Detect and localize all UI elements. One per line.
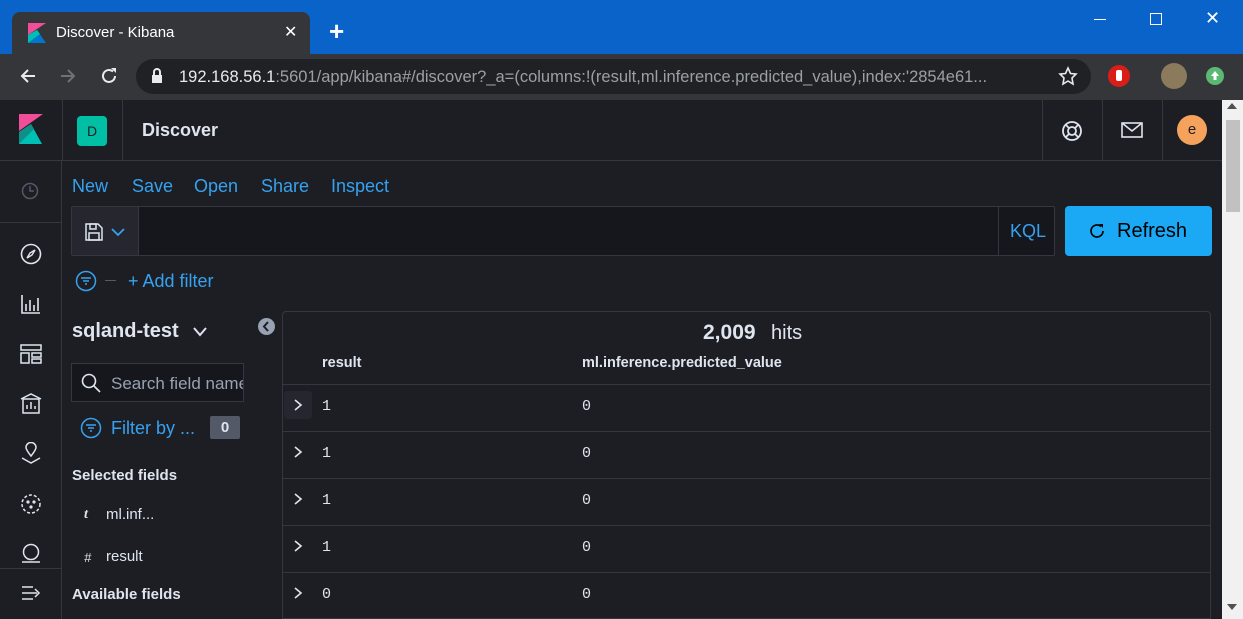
header-divider (1162, 100, 1163, 160)
url-text[interactable]: 192.168.56.1:5601/app/kibana#/discover?_… (179, 68, 987, 87)
expand-row-button[interactable] (284, 391, 312, 419)
url-host: 192.168.56.1 (179, 68, 276, 86)
scroll-down-arrow-icon[interactable] (1227, 604, 1237, 610)
search-icon (81, 373, 101, 393)
query-language-button[interactable]: KQL (1010, 221, 1046, 242)
tab-title: Discover - Kibana (56, 24, 175, 41)
menu-save[interactable]: Save (132, 176, 173, 197)
new-tab-button[interactable]: + (329, 16, 344, 47)
menu-open[interactable]: Open (194, 176, 238, 197)
bookmark-star-icon[interactable] (1058, 66, 1078, 86)
help-icon[interactable] (1061, 120, 1083, 142)
kibana-favicon (28, 23, 46, 43)
maximize-button[interactable] (1150, 13, 1162, 25)
tab-close-icon[interactable]: ✕ (284, 22, 297, 42)
menu-share[interactable]: Share (261, 176, 309, 197)
recently-viewed-icon[interactable] (21, 182, 39, 200)
scrollbar-thumb[interactable] (1226, 120, 1240, 212)
filter-separator (105, 280, 116, 281)
reload-button[interactable] (99, 66, 119, 86)
window-close-button[interactable]: ✕ (1205, 8, 1220, 29)
field-search-box[interactable]: Search field names (71, 363, 244, 402)
cell-result: 1 (322, 539, 332, 556)
profile-avatar-icon[interactable] (1161, 63, 1187, 89)
cell-predicted-value: 0 (582, 586, 592, 603)
collapse-sidebar-icon[interactable] (258, 318, 275, 335)
header-divider (1102, 100, 1103, 160)
table-row: 1 0 (283, 385, 1211, 431)
canvas-icon[interactable] (20, 393, 42, 415)
menu-new[interactable]: New (72, 176, 108, 197)
update-icon[interactable] (1206, 67, 1224, 85)
index-pattern-chevron-icon[interactable] (192, 326, 208, 338)
page-title: Discover (142, 120, 219, 140)
cell-result: 1 (322, 492, 332, 509)
collapse-nav-icon[interactable] (21, 585, 41, 601)
forward-button[interactable] (58, 66, 78, 86)
expand-row-button[interactable] (293, 492, 303, 506)
field-search-placeholder: Search field names (111, 374, 244, 393)
save-disk-icon (85, 223, 103, 241)
uptime-icon[interactable] (20, 543, 42, 563)
expand-row-button[interactable] (293, 586, 303, 600)
expand-row-button[interactable] (293, 539, 303, 553)
table-row: 1 0 (283, 432, 1211, 478)
user-avatar[interactable]: e (1177, 115, 1207, 145)
cell-predicted-value: 0 (582, 539, 592, 556)
index-pattern-selector[interactable]: sqland-test (72, 320, 179, 343)
column-header-predicted-value[interactable]: ml.inference.predicted_value (582, 355, 782, 371)
hits-label: hits (771, 322, 803, 344)
saved-query-button[interactable] (72, 207, 139, 255)
filter-menu-icon[interactable] (75, 270, 97, 292)
refresh-icon (1087, 221, 1107, 241)
table-row: 1 0 (283, 526, 1211, 572)
cell-result: 1 (322, 398, 332, 415)
selected-field-item[interactable]: result (106, 548, 143, 565)
extension-hand-icon[interactable] (1108, 65, 1130, 87)
header-divider (62, 100, 63, 160)
dashboard-icon[interactable] (20, 344, 42, 364)
refresh-label: Refresh (1117, 220, 1188, 242)
selected-fields-heading: Selected fields (72, 467, 178, 484)
back-button[interactable] (18, 66, 38, 86)
cell-predicted-value: 0 (582, 445, 592, 462)
add-filter-button[interactable]: + Add filter (128, 271, 214, 292)
mail-icon[interactable] (1121, 122, 1143, 138)
nav-divider (0, 568, 62, 569)
lock-icon (151, 68, 163, 84)
header-divider (122, 100, 123, 160)
kibana-logo-icon[interactable] (19, 114, 43, 144)
nav-divider (0, 222, 62, 223)
expand-row-button[interactable] (293, 445, 303, 459)
column-header-result[interactable]: result (322, 355, 362, 371)
filter-by-type-icon[interactable] (80, 417, 102, 439)
cell-result: 1 (322, 445, 332, 462)
header-divider (1042, 100, 1043, 160)
url-path: :5601/app/kibana#/discover?_a=(columns:!… (275, 68, 988, 86)
field-type-string-icon: t (84, 507, 88, 522)
space-avatar[interactable]: D (77, 116, 107, 146)
discover-compass-icon[interactable] (20, 243, 42, 265)
maps-icon[interactable] (20, 442, 42, 466)
hits-count: 2,009 (703, 321, 756, 344)
available-fields-heading: Available fields (72, 586, 181, 603)
cell-predicted-value: 0 (582, 398, 592, 415)
visualize-icon[interactable] (20, 293, 42, 315)
table-row: 0 0 (283, 573, 1211, 619)
scroll-up-arrow-icon[interactable] (1227, 103, 1237, 109)
cell-predicted-value: 0 (582, 492, 592, 509)
selected-field-item[interactable]: ml.inf... (106, 506, 154, 523)
field-type-number-icon: # (84, 550, 92, 565)
filter-by-type-button[interactable]: Filter by ... (111, 418, 195, 439)
chevron-down-icon (111, 227, 125, 237)
kql-divider (998, 207, 999, 255)
table-row: 1 0 (283, 479, 1211, 525)
menu-inspect[interactable]: Inspect (331, 176, 389, 197)
minimize-button[interactable] (1094, 10, 1110, 26)
filter-count-badge: 0 (210, 416, 240, 439)
index-pattern-name: sqland-test (72, 320, 179, 342)
cell-result: 0 (322, 586, 332, 603)
query-input[interactable] (140, 207, 998, 255)
machine-learning-icon[interactable] (20, 493, 42, 515)
